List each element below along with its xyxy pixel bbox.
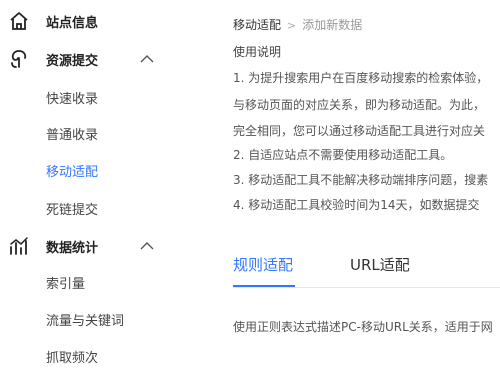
sidebar: 站点信息 资源提交 快速收录 普通收录 移动适配 死链提交 数据统计 索引量 流… xyxy=(0,0,200,374)
nav-site-info[interactable]: 站点信息 xyxy=(0,4,200,38)
main-content: 移动适配 > 添加新数据 使用说明 1. 为提升搜索用户在百度移动搜索的检索体验， … xyxy=(233,0,500,374)
usage-line: 3. 移动适配工具不能解决移动端排序问题，搜素 xyxy=(233,173,489,187)
usage-line: 2. 自适应站点不需要使用移动适配工具。 xyxy=(233,148,453,162)
chevron-up-icon xyxy=(140,55,154,63)
sidebar-item-index-volume[interactable]: 索引量 xyxy=(46,273,85,292)
usage-line: 1. 为提升搜索用户在百度移动搜索的检索体验， xyxy=(233,71,489,85)
stats-icon xyxy=(10,237,28,255)
nav-data-stats-label: 数据统计 xyxy=(46,241,99,256)
sidebar-item-crawl-frequency[interactable]: 抓取频次 xyxy=(46,347,98,366)
nav-site-info-label: 站点信息 xyxy=(46,16,99,31)
sidebar-item-mobile-adapt[interactable]: 移动适配 xyxy=(46,161,98,180)
sidebar-item-quick-index[interactable]: 快速收录 xyxy=(46,88,98,107)
nav-data-stats[interactable]: 数据统计 xyxy=(0,229,200,263)
breadcrumb: 移动适配 > 添加新数据 xyxy=(233,16,362,33)
sidebar-item-dead-link[interactable]: 死链提交 xyxy=(46,199,98,218)
tab-rule-adapt[interactable]: 规则适配 xyxy=(233,254,293,275)
breadcrumb-parent[interactable]: 移动适配 xyxy=(233,18,281,32)
nav-resource-submit-label: 资源提交 xyxy=(46,54,99,69)
nav-resource-submit[interactable]: 资源提交 xyxy=(0,42,200,76)
usage-line: 完全相同，您可以通过移动适配工具进行对应关 xyxy=(233,124,486,138)
sidebar-item-normal-index[interactable]: 普通收录 xyxy=(46,124,98,143)
sidebar-item-traffic-keywords[interactable]: 流量与关键词 xyxy=(46,310,124,329)
tabs-divider xyxy=(233,287,500,288)
tab-url-adapt[interactable]: URL适配 xyxy=(350,254,410,275)
rule-description: 使用正则表达式描述PC-移动URL关系，适用于网 xyxy=(233,320,493,334)
usage-title: 使用说明 xyxy=(233,45,282,59)
breadcrumb-current: 添加新数据 xyxy=(302,18,363,32)
usage-line: 4. 移动适配工具校验时间为14天，如数据提交 xyxy=(233,198,480,212)
breadcrumb-separator: > xyxy=(287,19,297,32)
usage-line: 与移动页面的对应关系，即为移动适配。为此， xyxy=(233,98,486,112)
resource-submit-icon xyxy=(11,50,27,68)
home-icon xyxy=(10,12,28,30)
chevron-up-icon xyxy=(140,242,154,250)
